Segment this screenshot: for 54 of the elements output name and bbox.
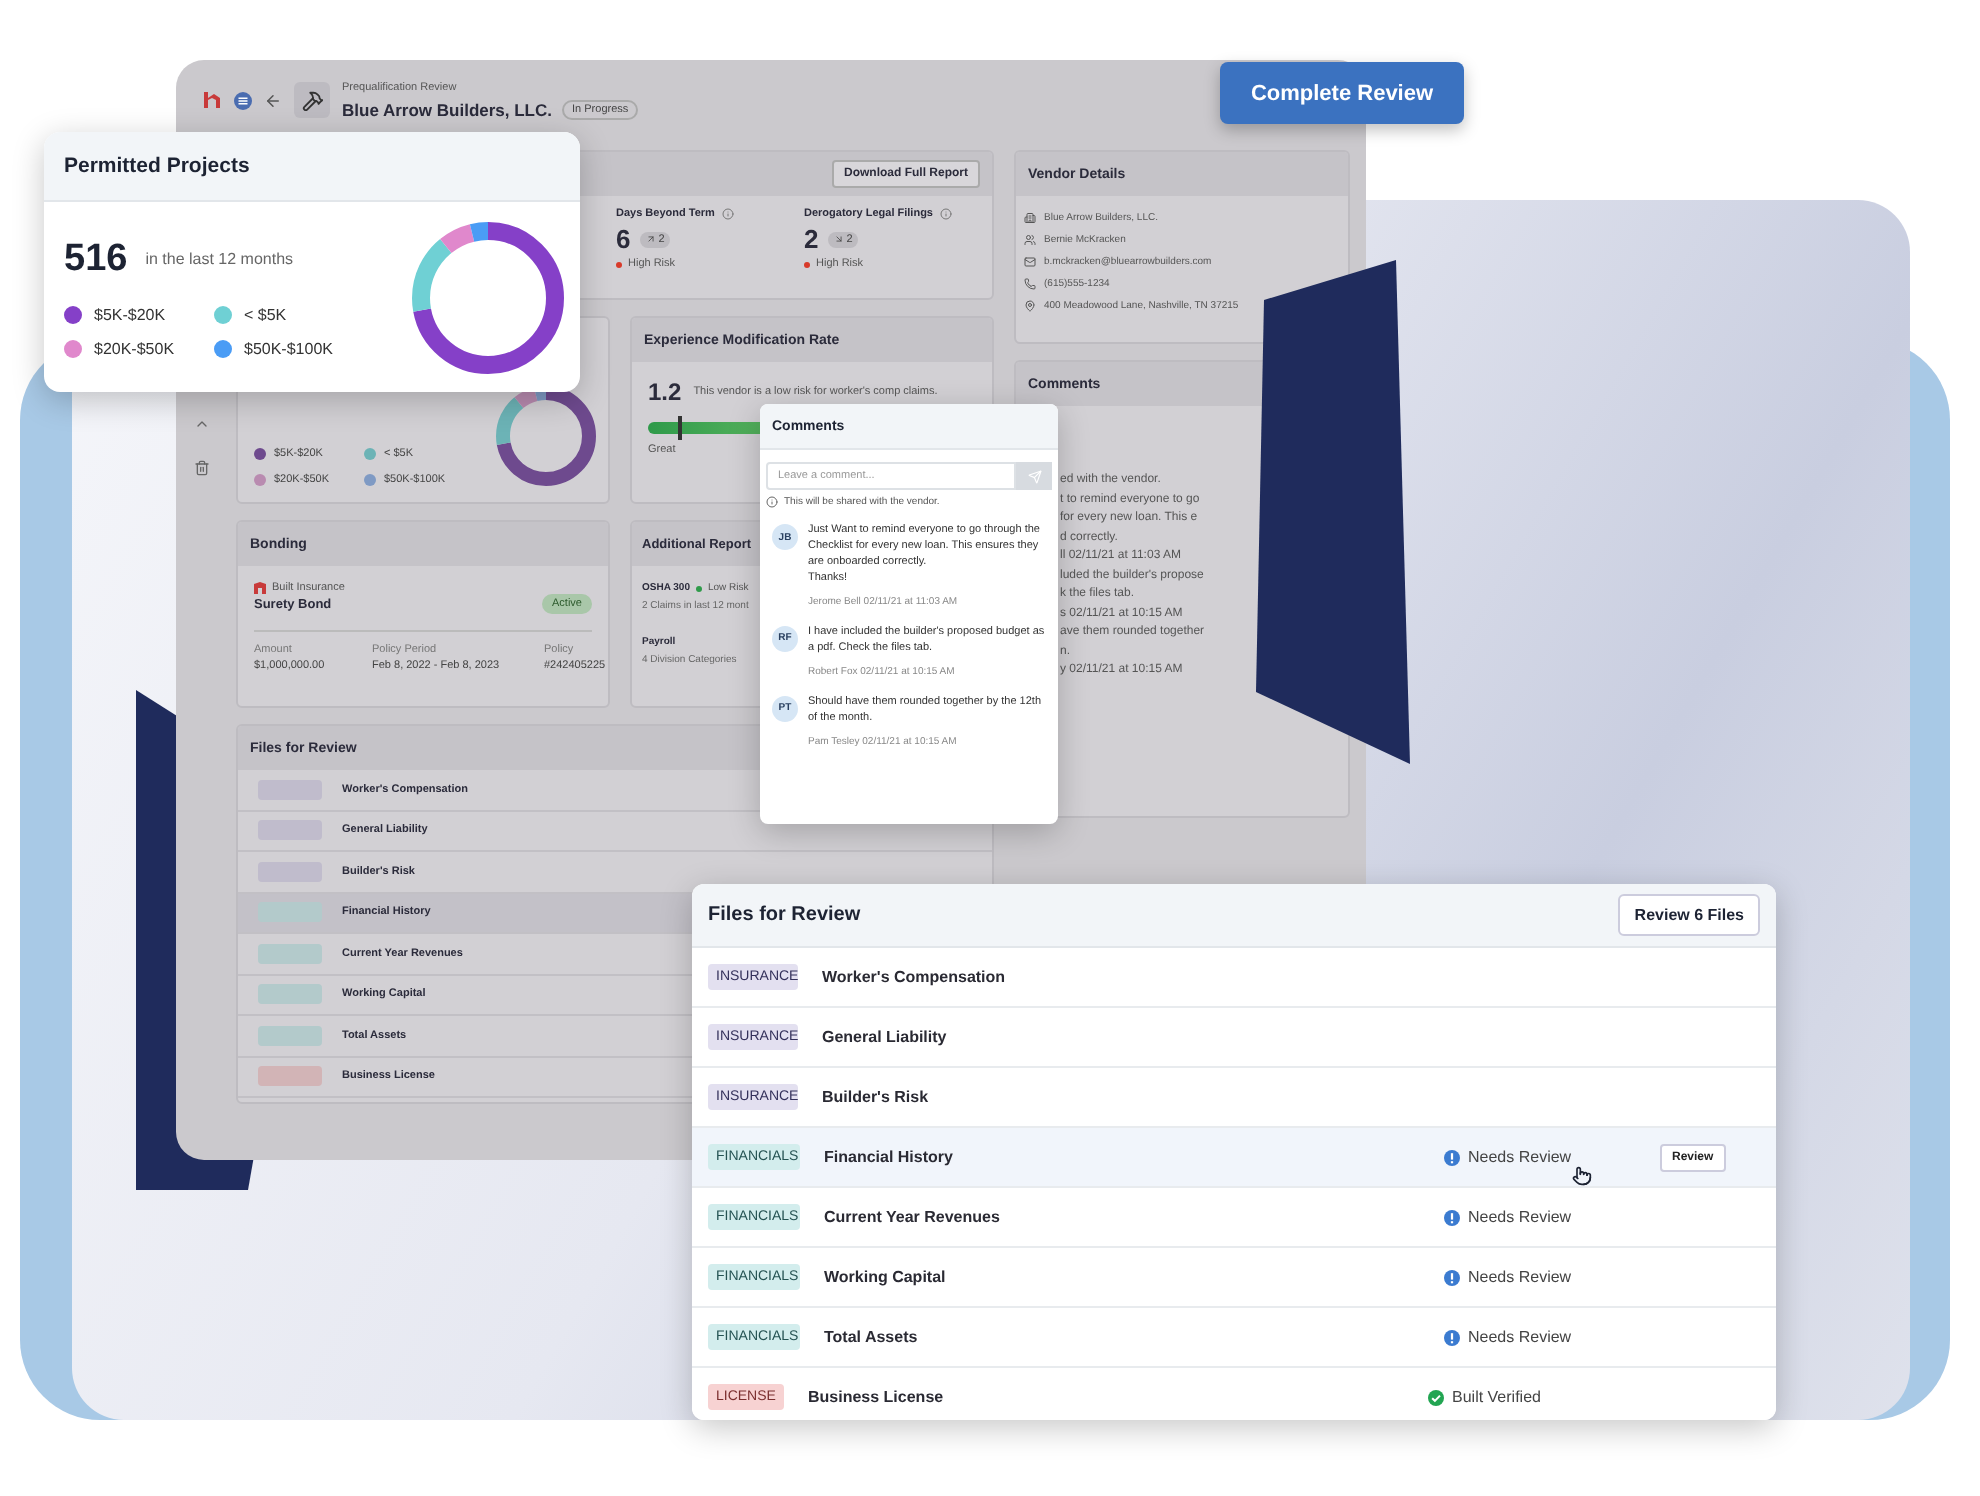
arrow-down-right-icon bbox=[834, 234, 845, 244]
review-status: Needs Review bbox=[1444, 1328, 1660, 1346]
metric-value: 6 bbox=[616, 224, 631, 254]
legend-label: $50K-$100K bbox=[244, 339, 333, 357]
risk-dot bbox=[616, 261, 622, 267]
file-name: Current Year Revenues bbox=[824, 1208, 1002, 1226]
review-status: Needs Review bbox=[1444, 1268, 1660, 1286]
review-status: Built Verified bbox=[1428, 1388, 1644, 1406]
emr-value: 1.2 bbox=[648, 378, 682, 406]
file-name: General Liability bbox=[822, 1028, 949, 1046]
logo-icon bbox=[202, 90, 222, 110]
cursor-icon bbox=[1572, 1166, 1592, 1186]
risk-dot bbox=[696, 585, 702, 591]
legend-label: $5K-$20K bbox=[94, 305, 166, 323]
file-name: Total Assets bbox=[824, 1328, 920, 1346]
check-icon bbox=[1428, 1389, 1444, 1405]
review-status: Needs Review bbox=[1444, 1148, 1660, 1166]
category-chip bbox=[258, 1025, 322, 1046]
projects-card: Permitted Projects 516 in the last 12 months $5K-$20K < $5K $20K-$50K $50K-$100K bbox=[44, 132, 580, 392]
person-icon bbox=[1024, 234, 1036, 246]
info-icon bbox=[722, 208, 735, 220]
file-name: Business License bbox=[808, 1388, 946, 1406]
location-icon bbox=[1024, 300, 1036, 312]
period-text: in the last 12 months bbox=[145, 250, 294, 268]
file-name: Financial History bbox=[824, 1148, 955, 1166]
alert-icon bbox=[1444, 1209, 1460, 1225]
legend-label: < $5K bbox=[244, 305, 287, 323]
phone-icon bbox=[1024, 278, 1036, 290]
email-icon bbox=[1024, 256, 1036, 268]
category-chip bbox=[258, 1066, 322, 1087]
category-chip bbox=[258, 984, 322, 1005]
risk-dot bbox=[804, 261, 810, 267]
alert-icon bbox=[1444, 1269, 1460, 1285]
file-name: Working Capital bbox=[824, 1268, 948, 1286]
category-chip bbox=[258, 943, 322, 964]
metric-value: 2 bbox=[804, 224, 819, 254]
trash-icon[interactable] bbox=[193, 460, 209, 476]
page-title: Blue Arrow Builders, LLC. bbox=[342, 99, 553, 119]
complete-review-button[interactable]: Complete Review bbox=[1220, 62, 1464, 124]
company-icon bbox=[1024, 212, 1036, 224]
legend-label: $20K-$50K bbox=[94, 339, 175, 357]
alert-icon bbox=[1444, 1329, 1460, 1345]
info-icon bbox=[766, 496, 778, 508]
hammer-icon bbox=[294, 82, 330, 118]
send-icon bbox=[1027, 469, 1041, 483]
review-status: Needs Review bbox=[1444, 1208, 1660, 1226]
alert-icon bbox=[1444, 1149, 1460, 1165]
arrow-up-right-icon bbox=[646, 234, 657, 244]
back-arrow-icon[interactable] bbox=[264, 91, 282, 109]
menu-circle-icon[interactable] bbox=[234, 91, 252, 109]
info-icon bbox=[940, 208, 953, 220]
chevron-up-icon[interactable] bbox=[193, 416, 209, 432]
project-count: 516 bbox=[64, 237, 128, 281]
review-files-button[interactable]: Review 6 Files bbox=[1618, 894, 1760, 936]
